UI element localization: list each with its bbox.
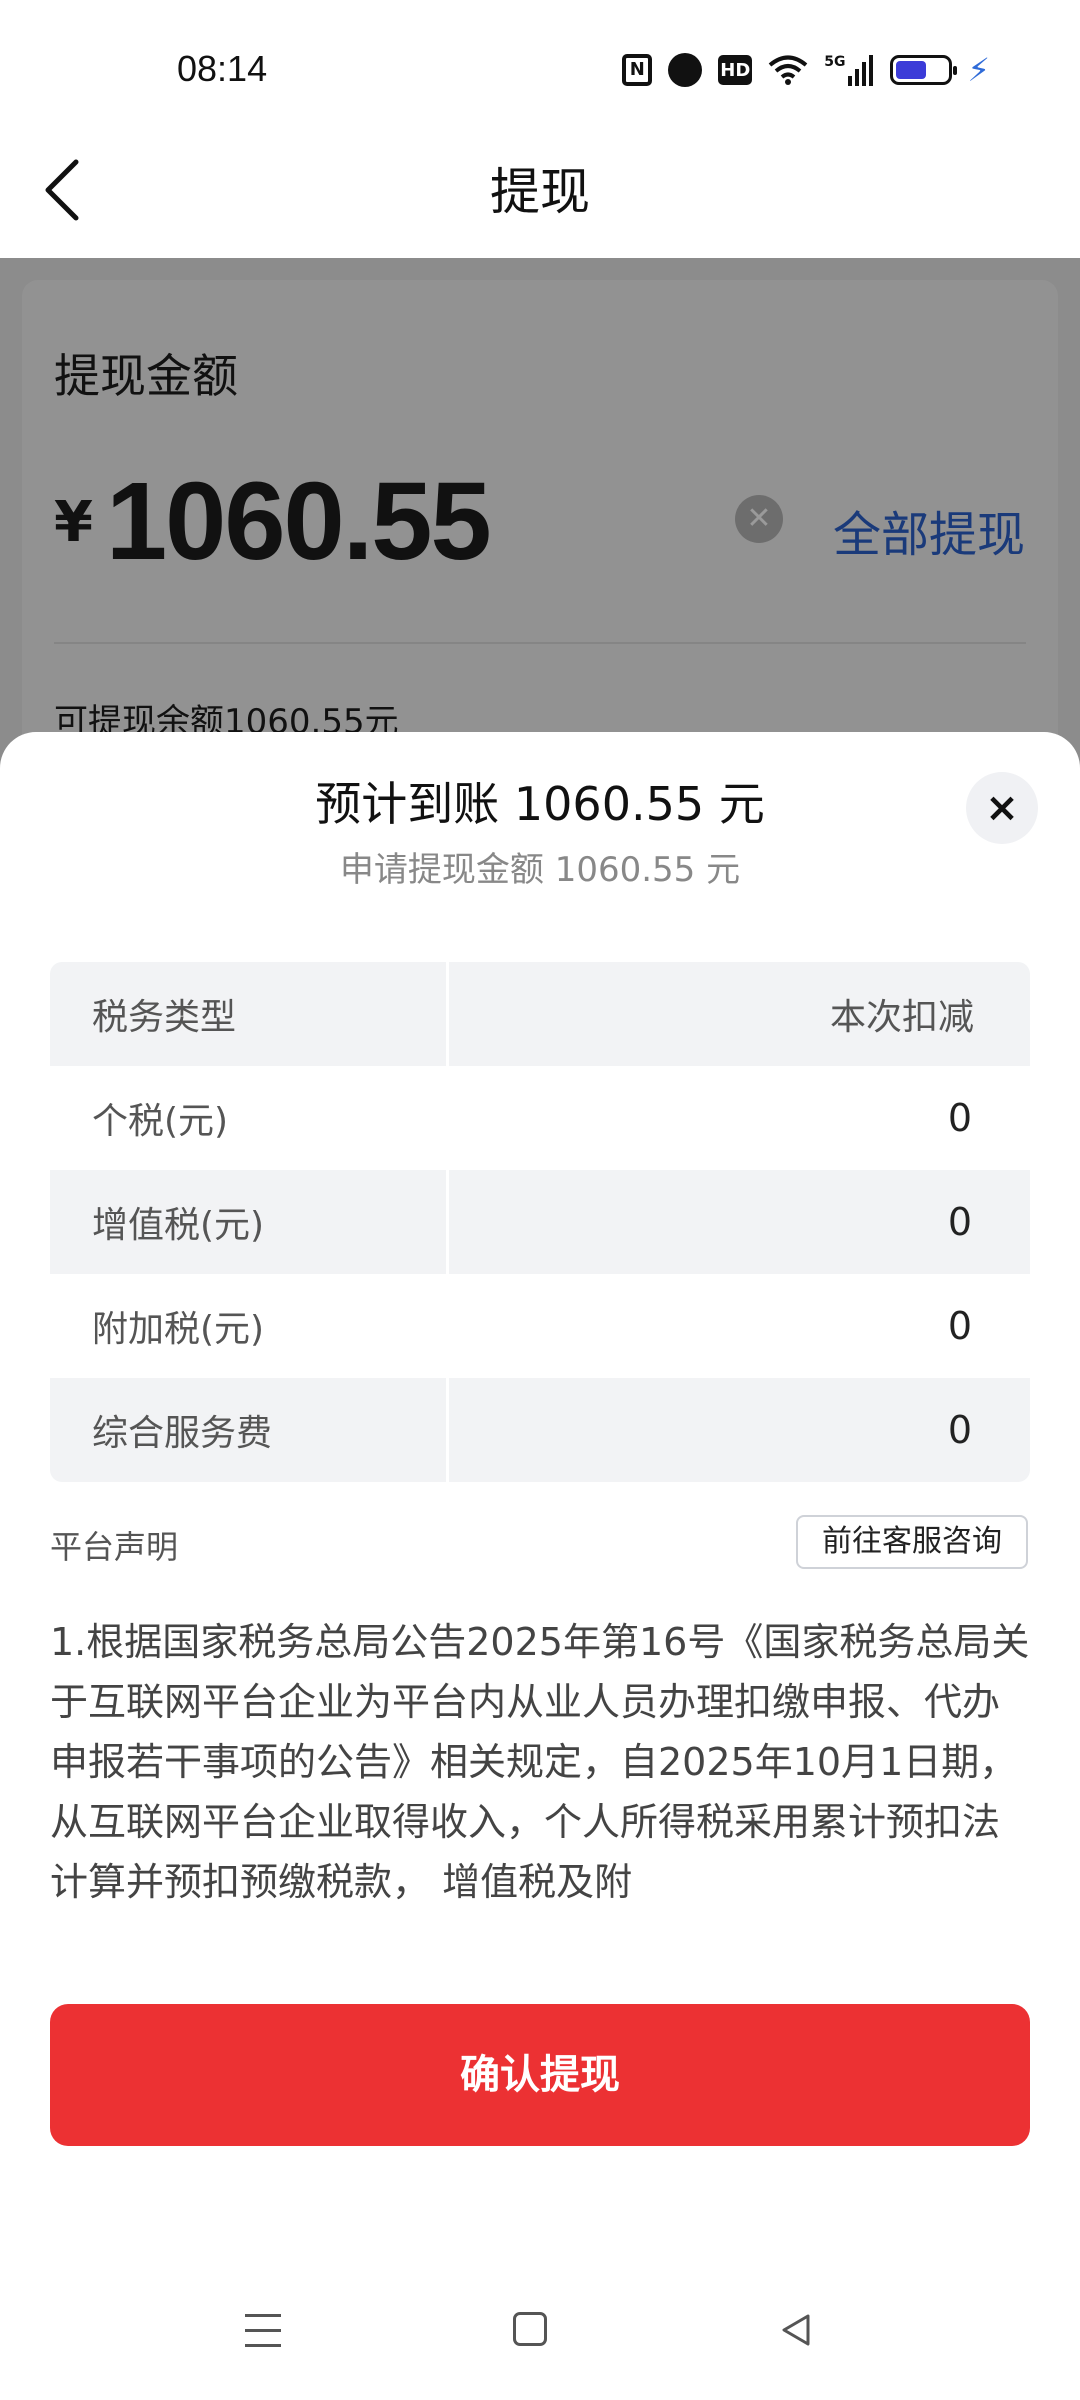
system-back-icon[interactable] [778,2312,814,2348]
tax-label: 增值税(元) [92,1205,265,1246]
recents-icon[interactable] [245,2314,281,2348]
table-header-type: 税务类型 [92,997,237,1038]
notice-text[interactable]: 1.根据国家税务总局公告2025年第16号《国家税务总局关于互联网平台企业为平台… [50,1612,1035,1902]
table-row: 附加税(元) 0 [50,1274,1030,1378]
nfc-icon: N [622,54,653,86]
table-header-deduction: 本次扣减 [829,997,974,1038]
hd-icon: HD [718,55,753,85]
withdraw-confirm-sheet: 预计到账 1060.55 元 申请提现金额 1060.55 元 × 税务类型 本… [0,732,1080,2400]
currency-symbol: ¥ [54,490,93,555]
battery-fill [895,61,926,79]
table-header-row: 税务类型 本次扣减 [50,962,1030,1066]
network-label: 5G [824,54,846,70]
customer-service-button[interactable]: 前往客服咨询 [796,1515,1028,1569]
sheet-title: 预计到账 1060.55 元 [315,777,765,831]
nav-bar: 提现 [0,130,1080,258]
alarm-icon [668,53,703,87]
tax-label: 附加税(元) [92,1309,265,1350]
page-title: 提现 [490,163,590,221]
amount-label: 提现金额 [54,349,238,403]
system-nav-bar [0,2280,1080,2400]
wifi-icon [768,54,808,86]
battery-icon [889,55,957,85]
close-button[interactable]: × [966,772,1038,844]
table-row: 个税(元) 0 [50,1066,1030,1170]
charging-icon: ⚡ [967,51,990,89]
platform-statement-label: 平台声明 [50,1528,179,1566]
tax-label: 个税(元) [92,1101,229,1142]
table-row: 增值税(元) 0 [50,1170,1030,1274]
close-icon: × [985,785,1019,831]
sheet-subtitle: 申请提现金额 1060.55 元 [339,850,741,890]
tax-value: 0 [947,1304,972,1348]
status-bar: 08:14 N HD 5G ⚡ [0,0,1080,130]
amount-input[interactable]: 1060.55 [106,458,492,585]
tax-value: 0 [947,1096,972,1140]
status-icons: N HD 5G ⚡ [622,48,990,92]
tax-value: 0 [947,1408,972,1452]
5g-signal-icon: 5G [824,54,873,86]
home-icon[interactable] [513,2312,547,2346]
table-row: 综合服务费 0 [50,1378,1030,1482]
withdraw-all-link[interactable]: 全部提现 [833,495,1025,565]
tax-table: 税务类型 本次扣减 个税(元) 0 增值税(元) 0 附加税(元) 0 综合服务… [50,962,1030,1482]
confirm-withdraw-button[interactable]: 确认提现 [50,2004,1030,2146]
tax-value: 0 [947,1200,972,1244]
clear-icon[interactable]: ✕ [735,495,783,543]
divider [54,642,1026,644]
status-time: 08:14 [177,48,268,89]
tax-label: 综合服务费 [92,1413,273,1454]
